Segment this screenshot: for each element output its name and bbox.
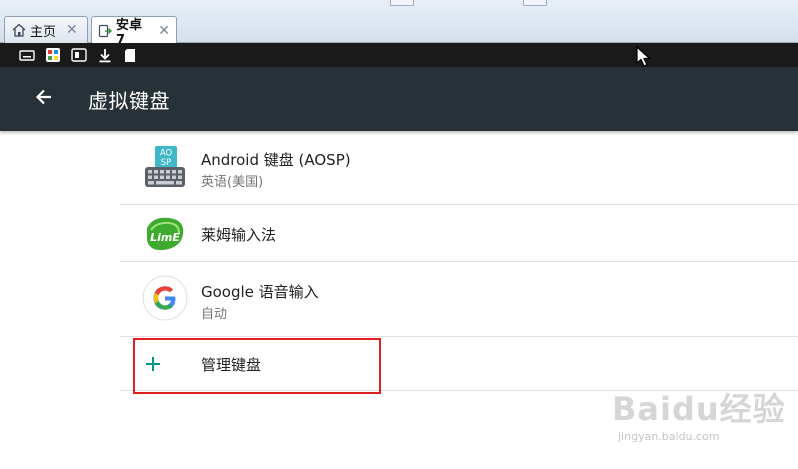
list-item-lime-ime[interactable]: LimE 莱姆输入法 [120,205,798,262]
toolbar-button-stub[interactable] [523,0,547,6]
back-button[interactable] [24,81,64,117]
arrow-left-icon [34,87,54,111]
aosp-keyboard-icon: AO SP [142,144,188,190]
watermark: Baidu经验 jingyan.baidu.com [612,384,792,454]
svg-text:SP: SP [161,158,172,168]
keyboard-title: 莱姆输入法 [201,226,277,244]
tab-android7[interactable]: 安卓7 ✕ [91,16,177,48]
tab-home[interactable]: 主页 ✕ [4,16,88,43]
keyboard-title: Android 键盘 (AOSP) [201,151,351,169]
action-bar: 虚拟键盘 [0,67,798,131]
device-icon [70,47,88,63]
keyboard-subtitle: 英语(美国) [201,175,264,190]
watermark-brand: Baidu经验 [612,390,786,428]
highlight-box [133,338,381,394]
sd-card-icon [123,47,137,63]
page-title: 虚拟键盘 [88,89,170,113]
keyboard-icon [18,47,36,63]
svg-text:AO: AO [160,149,173,159]
svg-text:LimE: LimE [150,231,180,244]
lime-ime-icon: LimE [142,211,188,257]
mouse-cursor-icon [636,45,652,72]
toolbar-button-stub[interactable] [390,0,414,6]
google-g-icon [142,275,188,321]
list-item-aosp-keyboard[interactable]: AO SP Android 键盘 (AOSP) 英语(美国) [120,132,798,205]
keyboard-title: Google 语音输入 [201,283,319,301]
keyboard-subtitle: 自动 [201,307,228,322]
tab-label: 主页 [30,24,57,40]
status-bar [0,43,798,67]
watermark-url: jingyan.baidu.com [618,430,720,443]
app-notification-icon [44,47,62,63]
close-icon[interactable]: ✕ [66,23,78,37]
emulator-tab-bar: 主页 ✕ 安卓7 ✕ [0,0,798,48]
download-icon [97,47,113,63]
android-device-icon [98,23,112,38]
list-item-google-voice[interactable]: Google 语音输入 自动 [120,262,798,337]
home-icon [11,23,26,38]
close-icon[interactable]: ✕ [158,24,170,38]
